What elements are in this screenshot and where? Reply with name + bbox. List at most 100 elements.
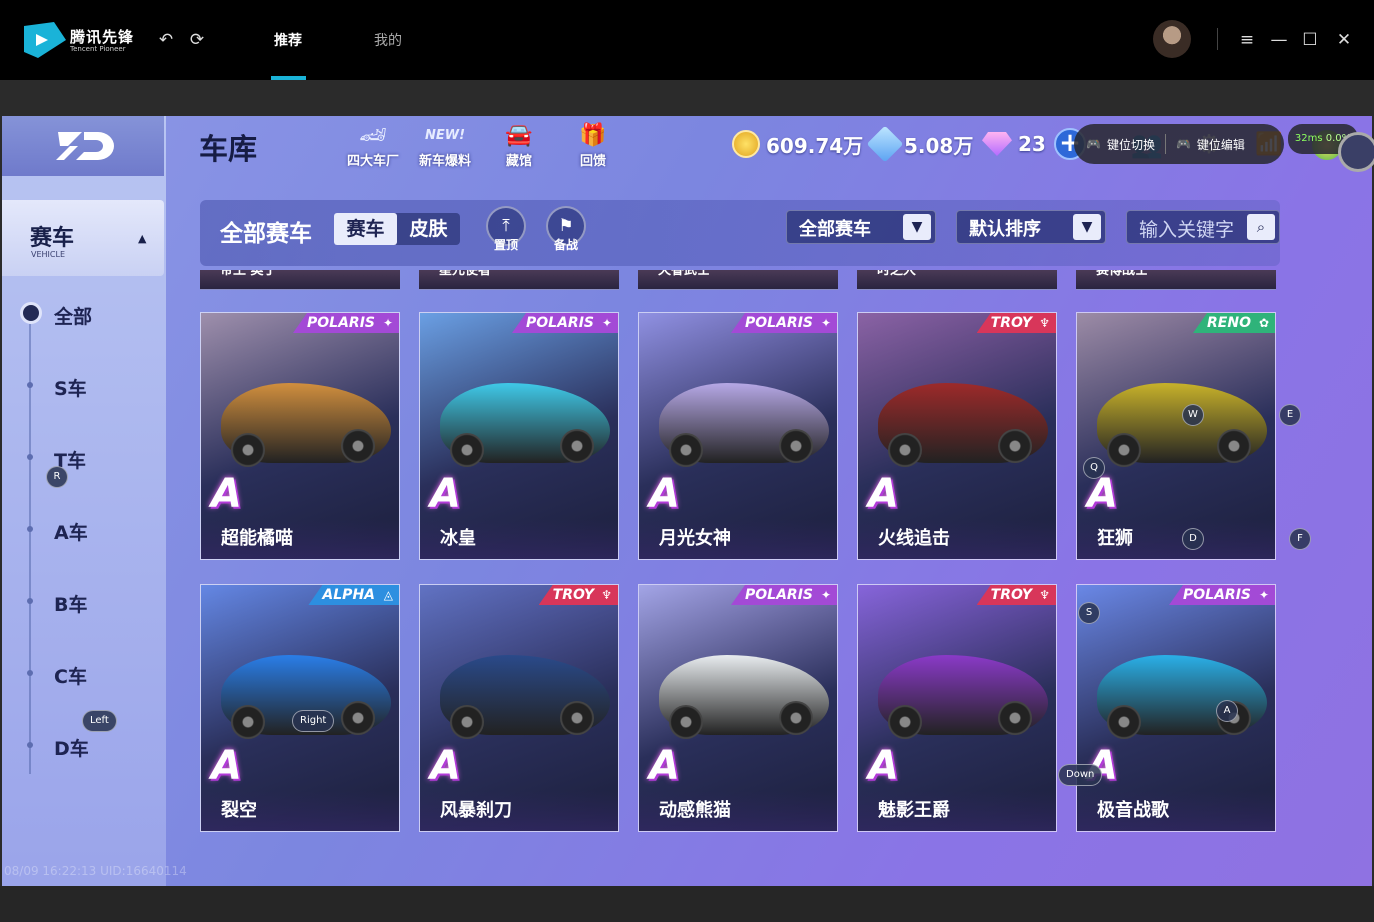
car-wheel — [450, 433, 484, 467]
brand-emblem-icon: ✦ — [820, 316, 831, 330]
key-hint-r[interactable]: R — [46, 466, 68, 488]
segment-cars[interactable]: 赛车 — [334, 213, 397, 245]
rewards-button[interactable]: 🎁 回馈 — [558, 122, 628, 169]
pin-top-button[interactable]: ⤒ 置顶 — [484, 206, 528, 254]
key-switch-button[interactable]: 🎮 键位切换 — [1086, 136, 1155, 153]
key-hint-a[interactable]: A — [1216, 700, 1238, 722]
undo-icon[interactable]: ↶ — [154, 28, 178, 52]
car-card[interactable]: POLARIS ✦ A 动感熊猫 — [638, 584, 838, 832]
divider — [1164, 134, 1166, 154]
car-wheel — [450, 705, 484, 739]
key-switch-label: 键位切换 — [1106, 137, 1155, 152]
key-hint-w[interactable]: W — [1182, 404, 1204, 426]
tab-recommend[interactable]: 推荐 — [274, 30, 302, 50]
car-card[interactable]: POLARIS ✦ A 超能橘喵 — [200, 312, 400, 560]
filter-title: 全部赛车 — [220, 221, 312, 247]
partial-card[interactable]: 赛博战士 — [1076, 270, 1276, 290]
maximize-icon[interactable]: ☐ — [1298, 28, 1322, 52]
brand-badge: ALPHA ◬ — [308, 585, 399, 605]
key-hint-right[interactable]: Right — [292, 710, 335, 732]
category-c[interactable]: C车 — [54, 662, 87, 689]
new-badge-icon: NEW! — [424, 128, 466, 143]
key-hint-f[interactable]: F — [1289, 528, 1311, 550]
car-card[interactable]: TROY ♆ A 火线追击 — [857, 312, 1057, 560]
sidebar-tab-vehicle[interactable]: 赛车 VEHICLE ▲ — [2, 200, 164, 276]
key-hint-left[interactable]: Left — [82, 710, 117, 732]
car-card[interactable]: ALPHA ◬ A 裂空 — [200, 584, 400, 832]
key-hint-e[interactable]: E — [1279, 404, 1301, 426]
search-icon[interactable]: ⌕ — [1247, 214, 1275, 240]
brand-emblem-icon: ♆ — [1039, 588, 1050, 602]
key-hint-down[interactable]: Down — [1058, 764, 1103, 786]
car-card[interactable]: RENO ✿ A 狂狮 — [1076, 312, 1276, 560]
car-card[interactable]: TROY ♆ A 风暴刹刀 — [419, 584, 619, 832]
car-wheel — [669, 433, 703, 467]
new-car-news-button[interactable]: NEW! 新车爆料 — [410, 122, 480, 169]
partial-card[interactable]: 天眷武士 — [638, 270, 838, 290]
car-name: 冰皇 — [420, 519, 618, 559]
category-dot — [27, 526, 33, 532]
game-logo-icon — [56, 132, 114, 160]
car-wheel — [998, 429, 1032, 463]
search-placeholder: 输入关键字 — [1139, 219, 1235, 241]
category-b[interactable]: B车 — [54, 590, 87, 617]
coin-amount: 609.74万 — [766, 133, 864, 158]
key-edit-button[interactable]: 🎮 键位编辑 — [1176, 136, 1245, 153]
car-card[interactable]: TROY ♆ A 魅影王爵 — [857, 584, 1057, 832]
car-wheel — [341, 701, 375, 735]
sort-dropdown[interactable]: 默认排序 ▼ — [956, 210, 1106, 244]
car-card[interactable]: POLARIS ✦ A 冰皇 — [419, 312, 619, 560]
category-s[interactable]: S车 — [54, 374, 87, 401]
car-wheel — [779, 701, 813, 735]
brand-emblem-icon: ✦ — [820, 588, 831, 602]
tab-mine[interactable]: 我的 — [374, 30, 402, 50]
category-a[interactable]: A车 — [54, 518, 88, 545]
category-d[interactable]: D车 — [54, 734, 89, 761]
minimize-icon[interactable]: — — [1267, 28, 1291, 52]
app-logo: 腾讯先锋 Tencent Pioneer — [24, 20, 134, 60]
title-bar: 腾讯先锋 Tencent Pioneer ↶ ⟳ 推荐 我的 ≡ — ☐ ✕ — [0, 0, 1374, 80]
brand-badge: POLARIS ✦ — [293, 313, 399, 333]
brand-name: POLARIS — [1183, 587, 1251, 603]
garage-screen: 赛车 VEHICLE ▲ 全部 S车 T车 A车 B车 C车 D车 车库 🏎 四… — [2, 116, 1374, 886]
car-card[interactable]: POLARIS ✦ A 月光女神 — [638, 312, 838, 560]
ticket-balance: 5.08万 — [866, 125, 973, 163]
divider — [1217, 28, 1218, 50]
partial-card[interactable]: 星元使者 — [419, 270, 619, 290]
category-all[interactable]: 全部 — [54, 302, 92, 329]
brand-badge: POLARIS ✦ — [731, 585, 837, 605]
car-card[interactable]: POLARIS ✦ A 极音战歌 — [1076, 584, 1276, 832]
collapse-arrow-icon[interactable]: ▲ — [138, 232, 146, 245]
collection-button[interactable]: 🚘 藏馆 — [484, 122, 554, 169]
partial-card[interactable]: 时之大 — [857, 270, 1057, 290]
brand-emblem-icon: ✦ — [382, 316, 393, 330]
gamepad-edit-icon: 🎮 — [1175, 137, 1191, 151]
key-hint-q[interactable]: Q — [1083, 457, 1105, 479]
prepare-button[interactable]: ⚑ 备战 — [544, 206, 588, 254]
avatar[interactable] — [1153, 20, 1191, 58]
menu-icon[interactable]: ≡ — [1235, 28, 1259, 52]
brand-name: TROY — [990, 587, 1032, 603]
category-dot — [27, 742, 33, 748]
close-icon[interactable]: ✕ — [1332, 28, 1356, 52]
brand-badge: POLARIS ✦ — [731, 313, 837, 333]
grade-letter: A — [211, 743, 242, 789]
brand-name: ALPHA — [322, 587, 375, 603]
brand-emblem-icon: ✿ — [1258, 316, 1269, 330]
car-name: 风暴刹刀 — [420, 791, 618, 831]
key-hint-d[interactable]: D — [1182, 528, 1204, 550]
partial-card-name: 时之大 — [877, 270, 917, 278]
floating-ball-icon[interactable] — [1338, 132, 1374, 172]
partial-card[interactable]: 帝王 奥丁 — [200, 270, 400, 290]
segment-skins[interactable]: 皮肤 — [397, 213, 460, 245]
type-dropdown[interactable]: 全部赛车 ▼ — [786, 210, 936, 244]
category-selected-dot — [20, 302, 42, 324]
type-segment: 赛车 皮肤 — [334, 213, 460, 245]
gamepad-icon: 🎮 — [1086, 137, 1101, 151]
car-gallery-icon: 🚘 — [505, 123, 533, 148]
key-hint-s[interactable]: S — [1078, 602, 1100, 624]
four-factories-button[interactable]: 🏎 四大车厂 — [338, 122, 408, 169]
refresh-icon[interactable]: ⟳ — [185, 28, 209, 52]
car-name: 动感熊猫 — [639, 791, 837, 831]
search-input[interactable]: 输入关键字 ⌕ — [1126, 210, 1280, 244]
